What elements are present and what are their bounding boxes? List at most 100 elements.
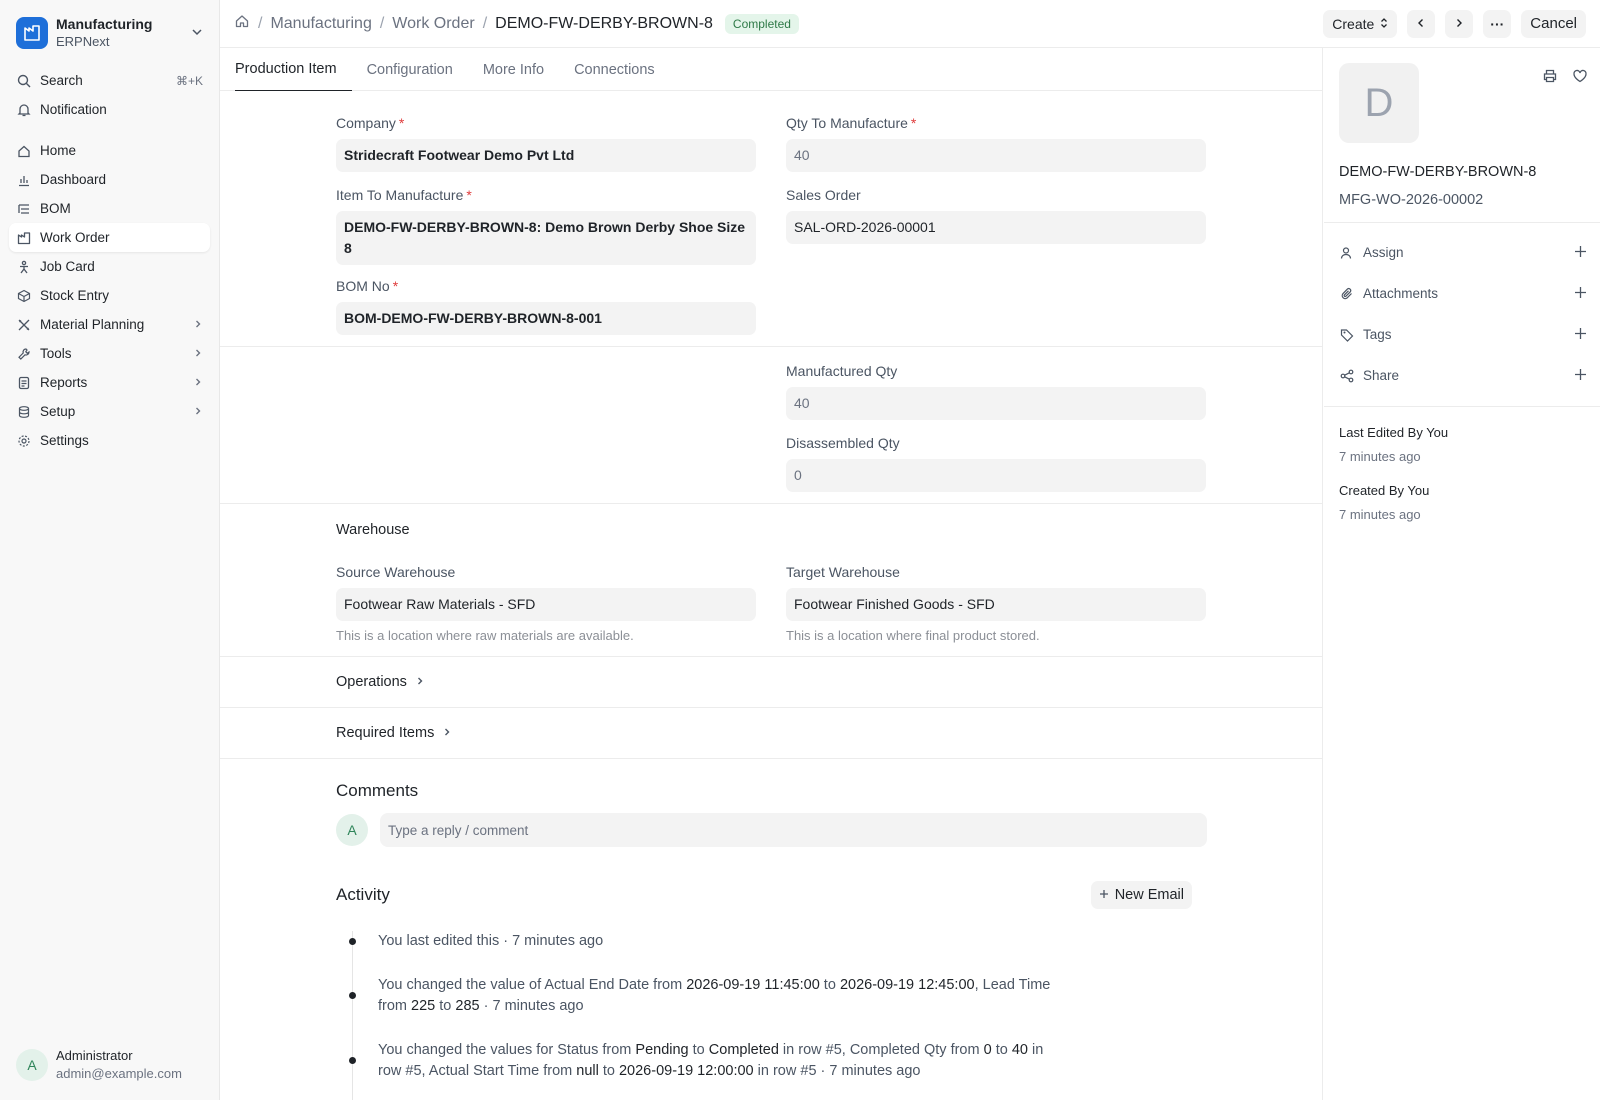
plus-icon[interactable] [1574, 282, 1587, 305]
activity-item: You changed the value of Actual End Date… [336, 975, 1056, 1017]
sidebar-item-reports[interactable]: Reports [9, 368, 210, 397]
sidebar-notification[interactable]: Notification [0, 95, 219, 124]
divider [1324, 222, 1600, 223]
sidebar-search[interactable]: Search ⌘+K [0, 66, 219, 95]
sidebar-item-stock-entry[interactable]: Stock Entry [9, 281, 210, 310]
operations-toggle[interactable]: Operations [220, 657, 1322, 708]
comment-input[interactable]: Type a reply / comment [380, 813, 1207, 847]
tab-more-info[interactable]: More Info [468, 48, 559, 91]
app-switcher[interactable]: Manufacturing ERPNext [0, 0, 219, 66]
source-warehouse-label: Source Warehouse [336, 564, 456, 580]
bom-label: BOM No * [336, 278, 399, 294]
sidebar-item-settings[interactable]: Settings [9, 426, 210, 455]
avatar: A [336, 814, 368, 846]
chevron-right-icon [1453, 16, 1465, 32]
notification-label: Notification [40, 102, 107, 117]
last-edited-label: Last Edited By You [1339, 425, 1449, 440]
timeline-dot [349, 938, 356, 945]
sidebar-item-bom[interactable]: BOM [9, 194, 210, 223]
sidebar-item-material-planning[interactable]: Material Planning [9, 310, 210, 339]
document-avatar: D [1339, 63, 1419, 143]
sidebar-item-label: Work Order [40, 230, 110, 245]
sidebar-item-label: Material Planning [40, 317, 145, 332]
warehouse-section: Warehouse Source Warehouse Footwear Raw … [220, 504, 1322, 657]
timeline-dot [349, 1057, 356, 1064]
create-button[interactable]: Create [1323, 9, 1398, 38]
list-icon [16, 201, 32, 217]
wrench-icon [16, 346, 32, 362]
activity-text: You last edited this · 7 minutes ago [378, 933, 604, 949]
user-name: Administrator [56, 1048, 133, 1063]
bom-group: BOM No * BOM-DEMO-FW-DERBY-BROWN-8-001 [336, 276, 756, 335]
chevron-right-icon [193, 318, 203, 332]
activity-value: 2026-09-19 12:00:00 [618, 1063, 754, 1079]
share-row[interactable]: Share [1339, 364, 1587, 387]
timeline-dot [349, 992, 356, 999]
new-email-button[interactable]: New Email [1090, 881, 1192, 909]
company-group: Company * Stridecraft Footwear Demo Pvt L… [336, 113, 756, 172]
manufactured-label: Manufactured Qty [786, 363, 898, 379]
breadcrumb-work-order[interactable]: Work Order [392, 15, 474, 33]
tab-connections[interactable]: Connections [559, 48, 670, 91]
sidebar-nav: Home Dashboard BOM Work Order Job Card S… [0, 136, 219, 455]
source-warehouse-field[interactable]: Footwear Raw Materials - SFD [336, 588, 756, 621]
home-icon[interactable] [234, 13, 250, 34]
new-email-label: New Email [1114, 887, 1184, 903]
activity-value: Pending [635, 1042, 689, 1058]
sidebar-item-tools[interactable]: Tools [9, 339, 210, 368]
home-icon [16, 143, 32, 159]
tools-icon [16, 317, 32, 333]
breadcrumb-separator: / [258, 14, 263, 32]
chevron-right-icon [193, 347, 203, 361]
breadcrumb-separator: / [379, 14, 385, 32]
sidebar-item-dashboard[interactable]: Dashboard [9, 165, 210, 194]
plus-icon[interactable] [1574, 323, 1587, 346]
user-menu[interactable]: A Administrator admin@example.com [0, 1030, 219, 1100]
sidebar-item-home[interactable]: Home [9, 136, 210, 165]
breadcrumb-separator: / [482, 14, 488, 32]
header-actions: Create ··· Cancel [1323, 9, 1586, 38]
comments-title: Comments [336, 781, 419, 800]
person-icon [16, 259, 32, 275]
document-actions [1542, 68, 1588, 87]
document-id: MFG-WO-2026-00002 [1339, 192, 1484, 208]
tab-bar: Production Item Configuration More Info … [220, 48, 1322, 91]
activity-item: You changed the values for Status from P… [336, 1040, 1056, 1082]
required-items-toggle[interactable]: Required Items [220, 708, 1322, 759]
company-field[interactable]: Stridecraft Footwear Demo Pvt Ltd [336, 139, 756, 172]
required-items-label: Required Items [336, 725, 435, 741]
breadcrumb: / Manufacturing / Work Order / DEMO-FW-D… [234, 13, 713, 34]
heart-icon[interactable] [1572, 68, 1588, 87]
chevron-left-icon [1415, 16, 1427, 32]
printer-icon[interactable] [1542, 68, 1558, 87]
plus-icon[interactable] [1574, 364, 1587, 387]
sidebar-item-setup[interactable]: Setup [9, 397, 210, 426]
activity-value: 285 [455, 998, 480, 1014]
target-warehouse-field[interactable]: Footwear Finished Goods - SFD [786, 588, 1206, 621]
sidebar-item-job-card[interactable]: Job Card [9, 252, 210, 281]
more-button[interactable]: ··· [1483, 9, 1512, 38]
cancel-button[interactable]: Cancel [1521, 9, 1586, 38]
sales-order-field[interactable]: SAL-ORD-2026-00001 [786, 211, 1206, 244]
plus-icon[interactable] [1574, 241, 1587, 264]
breadcrumb-manufacturing[interactable]: Manufacturing [270, 15, 371, 33]
chevron-right-icon [415, 675, 425, 689]
tab-configuration[interactable]: Configuration [352, 48, 468, 91]
sidebar-item-work-order[interactable]: Work Order [9, 223, 210, 252]
item-field[interactable]: DEMO-FW-DERBY-BROWN-8: Demo Brown Derby … [336, 211, 756, 265]
avatar: A [16, 1049, 48, 1081]
divider [1324, 406, 1600, 407]
activity-item: You last edited this · 7 minutes ago [336, 931, 1056, 952]
document-sidebar: D DEMO-FW-DERBY-BROWN-8 MFG-WO-2026-0000… [1324, 48, 1600, 1100]
tags-row[interactable]: Tags [1339, 323, 1587, 346]
bom-field[interactable]: BOM-DEMO-FW-DERBY-BROWN-8-001 [336, 302, 756, 335]
tab-production-item[interactable]: Production Item [235, 48, 352, 91]
sales-order-group: Sales Order SAL-ORD-2026-00001 [786, 185, 1206, 244]
attachments-row[interactable]: Attachments [1339, 282, 1587, 305]
disassembled-label: Disassembled Qty [786, 435, 900, 451]
report-icon [16, 375, 32, 391]
previous-button[interactable] [1407, 9, 1436, 38]
bell-icon [16, 102, 32, 118]
next-button[interactable] [1445, 9, 1474, 38]
assign-row[interactable]: Assign [1339, 241, 1587, 264]
